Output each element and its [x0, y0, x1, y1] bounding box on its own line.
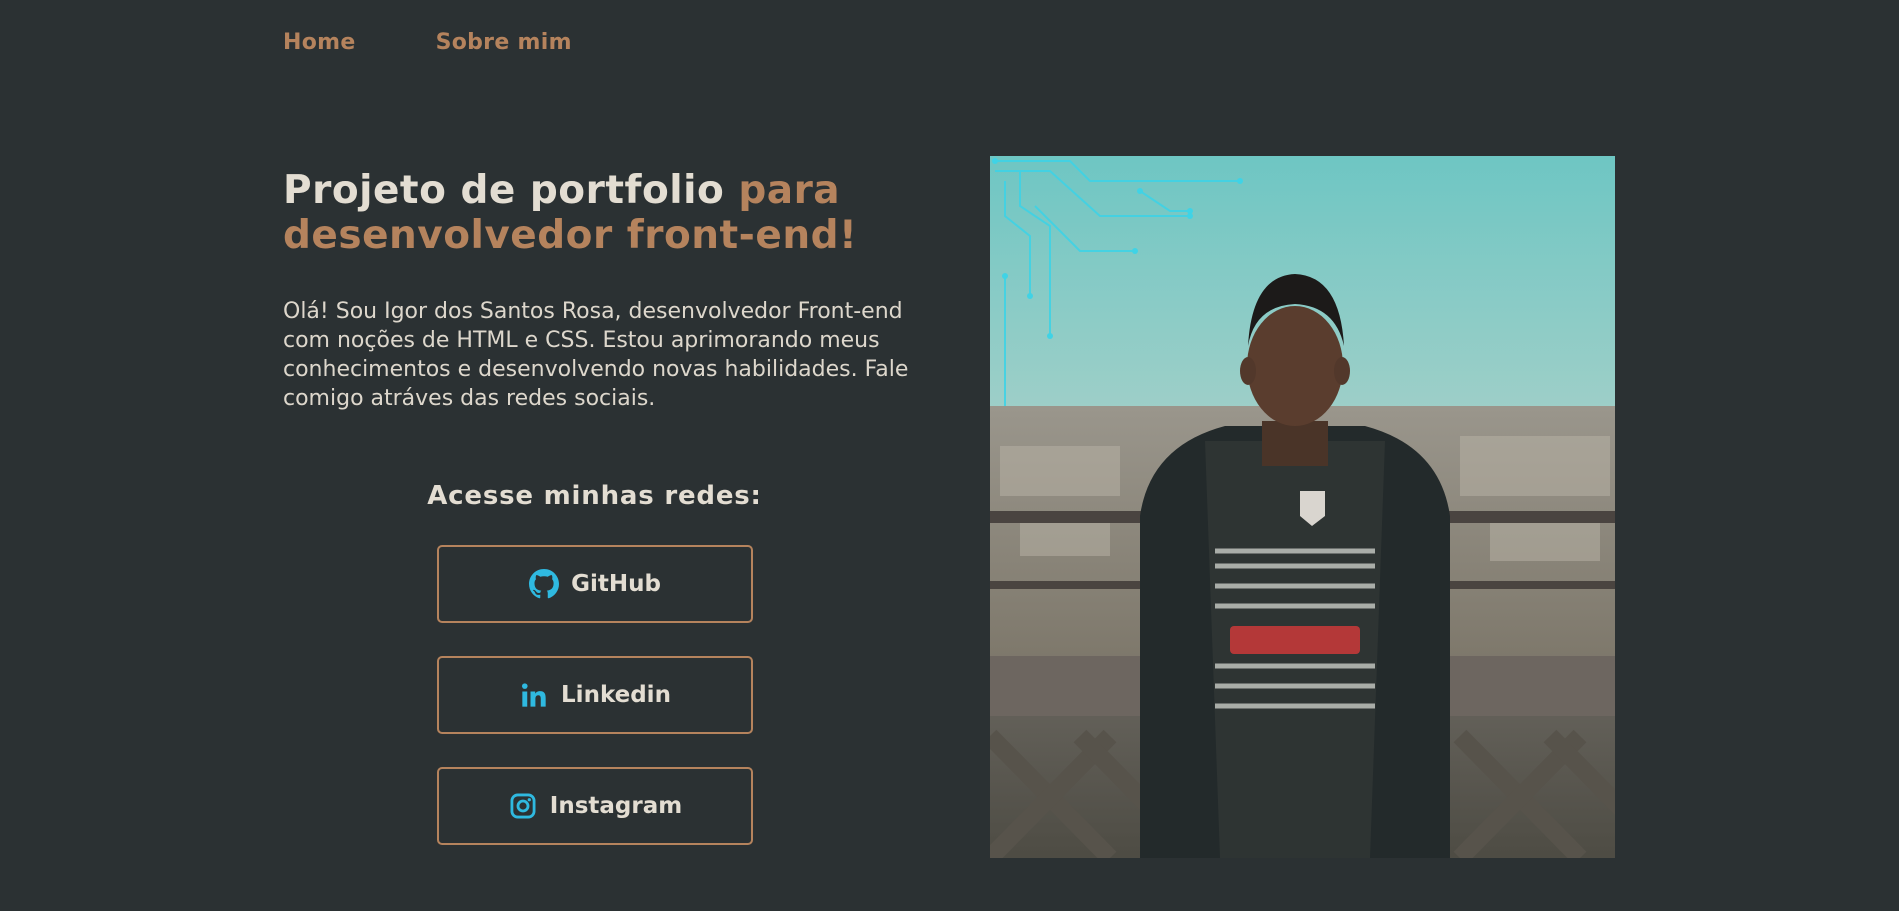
github-button[interactable]: GitHub	[437, 545, 753, 623]
profile-photo-illustration	[990, 156, 1615, 858]
hero-title-main: Projeto de portfolio	[283, 168, 739, 213]
hero-description: Olá! Sou Igor dos Santos Rosa, desenvolv…	[283, 299, 909, 411]
instagram-button[interactable]: Instagram	[437, 767, 753, 845]
github-icon	[529, 569, 560, 599]
linkedin-icon	[519, 680, 549, 710]
main-nav: Home Sobre mim	[283, 30, 572, 55]
hero-title: Projeto de portfolio para desenvolvedor …	[283, 168, 923, 258]
nav-home-link[interactable]: Home	[283, 30, 356, 55]
linkedin-button[interactable]: Linkedin	[437, 656, 753, 734]
social-section-title: Acesse minhas redes:	[427, 481, 762, 511]
linkedin-button-label: Linkedin	[561, 682, 671, 708]
instagram-icon	[508, 791, 538, 821]
profile-photo	[990, 156, 1615, 858]
instagram-button-label: Instagram	[549, 793, 683, 819]
nav-about-link[interactable]: Sobre mim	[436, 30, 572, 55]
github-button-label: GitHub	[571, 571, 661, 597]
